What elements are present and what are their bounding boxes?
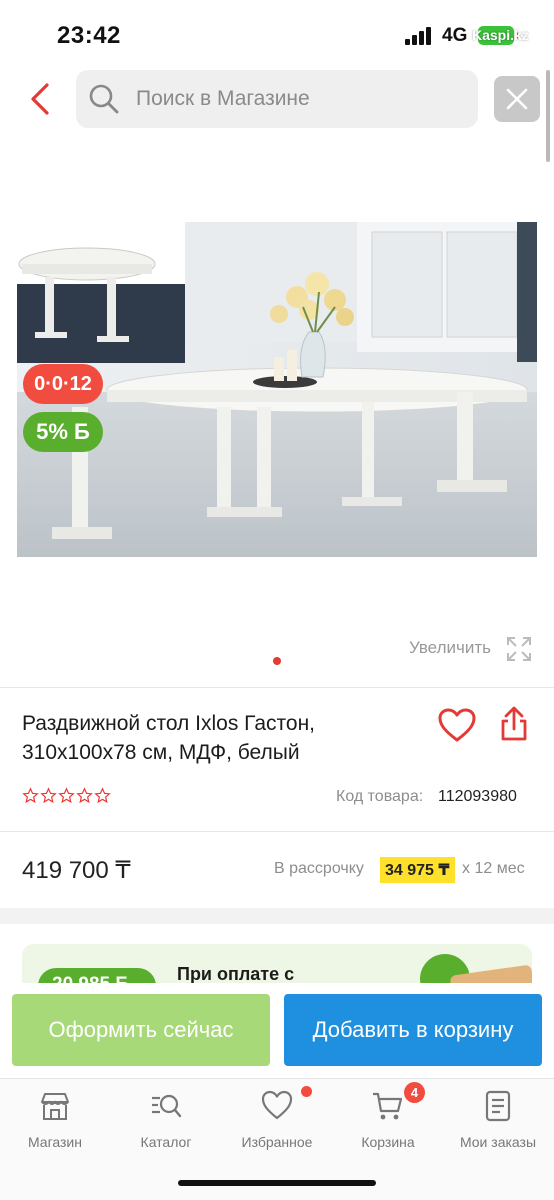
close-button[interactable] <box>494 76 540 122</box>
installment-amount: 34 975 ₸ <box>380 857 455 883</box>
product-code-value: 112093980 <box>438 788 517 805</box>
carrier-watermark: Kaspi.kz <box>472 27 529 43</box>
installment-term: x 12 мес <box>462 860 525 877</box>
product-title-line-1: Раздвижной стол Ixlos Гастон, <box>22 712 316 735</box>
signal-strength-icon <box>405 27 435 45</box>
product-title-line-2: 310x100x78 см, МДФ, белый <box>22 741 300 764</box>
store-icon <box>41 1093 69 1120</box>
home-indicator[interactable] <box>178 1180 376 1186</box>
divider <box>0 687 554 688</box>
tab-label: Магазин <box>27 1134 82 1150</box>
search-placeholder: Поиск в Магазине <box>136 87 310 110</box>
status-time: 23:42 <box>57 22 121 49</box>
star-icon <box>58 787 75 804</box>
tab-orders[interactable]: Мои заказы <box>443 1089 553 1155</box>
close-icon <box>506 88 528 110</box>
expand-icon[interactable] <box>505 635 533 663</box>
tab-label: Мои заказы <box>459 1134 537 1150</box>
product-price: 419 700 ₸ <box>22 857 131 884</box>
share-icon[interactable] <box>498 705 530 743</box>
heart-icon <box>261 1090 293 1120</box>
search-input[interactable]: Поиск в Магазине <box>76 70 478 128</box>
product-code-label: Код товара: <box>336 788 424 805</box>
status-bar: 23:42 4G Kaspi.kz <box>0 0 554 70</box>
star-icon <box>22 787 39 804</box>
favorites-indicator-dot <box>301 1086 312 1097</box>
tab-catalog[interactable]: Каталог <box>111 1089 221 1155</box>
divider <box>0 831 554 832</box>
promo-text: При оплате с <box>177 964 295 984</box>
catalog-search-icon <box>152 1094 182 1118</box>
cart-icon <box>373 1092 403 1120</box>
product-title: Раздвижной стол Ixlos Гастон, 310x100x78… <box>22 709 422 767</box>
star-icon <box>40 787 57 804</box>
star-icon <box>76 787 93 804</box>
add-to-cart-button[interactable]: Добавить в корзину <box>284 994 542 1066</box>
section-separator <box>0 908 554 924</box>
installment-label: В рассрочку <box>274 860 364 877</box>
zoom-label[interactable]: Увеличить <box>409 638 491 658</box>
favorite-heart-icon[interactable] <box>437 707 477 743</box>
action-bar: Оформить сейчас Добавить в корзину <box>0 983 554 1078</box>
bonus-badge: 5% Б <box>23 412 103 452</box>
tab-favorites[interactable]: Избранное <box>222 1089 332 1155</box>
cart-count-badge: 4 <box>404 1082 425 1103</box>
orders-icon <box>485 1090 511 1122</box>
tab-label: Каталог <box>140 1134 192 1150</box>
back-button[interactable] <box>22 80 58 118</box>
search-icon <box>89 84 119 114</box>
tab-cart[interactable]: Корзина <box>333 1089 443 1155</box>
tab-label: Корзина <box>361 1134 415 1150</box>
star-icon <box>94 787 111 804</box>
chevron-left-icon <box>31 83 49 115</box>
scrollbar[interactable] <box>546 70 550 162</box>
checkout-now-button[interactable]: Оформить сейчас <box>12 994 270 1066</box>
product-thumbnail-inset <box>17 222 185 363</box>
installment-badge: 0·0·12 <box>23 364 103 404</box>
network-type: 4G <box>442 25 468 46</box>
rating-stars <box>22 787 111 807</box>
image-pager-dot[interactable] <box>273 657 281 665</box>
tab-store[interactable]: Магазин <box>0 1089 110 1155</box>
tab-label: Избранное <box>241 1134 313 1150</box>
